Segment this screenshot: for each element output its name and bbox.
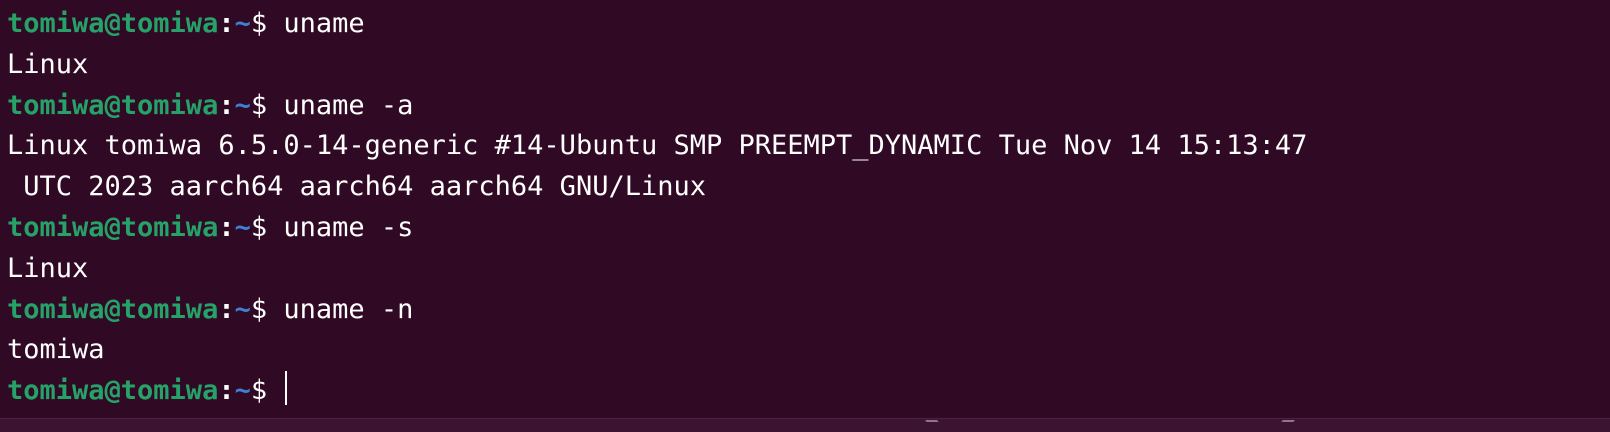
prompt-dollar: $ <box>250 211 284 243</box>
bottom-edge-strip <box>0 418 1610 432</box>
prompt-dollar: $ <box>250 375 284 407</box>
prompt-path: ~ <box>234 211 251 243</box>
prompt-dollar: $ <box>250 89 284 121</box>
prompt-colon: : <box>218 375 235 407</box>
output-line: Linux tomiwa 6.5.0-14-generic #14-Ubuntu… <box>7 130 1308 162</box>
text-cursor <box>285 371 288 406</box>
active-prompt-line[interactable]: tomiwa@tomiwa:~$ <box>7 371 1610 412</box>
resize-mark-icon <box>1272 420 1296 432</box>
prompt-colon: : <box>218 211 235 243</box>
prompt-path: ~ <box>234 89 251 121</box>
prompt-path: ~ <box>234 293 251 325</box>
prompt-colon: : <box>218 293 235 325</box>
prompt-path: ~ <box>234 375 251 407</box>
output-line: Linux <box>7 252 89 284</box>
user-host: tomiwa@tomiwa <box>7 375 219 407</box>
prompt-dollar: $ <box>250 8 284 39</box>
prompt-line: tomiwa@tomiwa:~$ uname -s <box>7 208 1610 249</box>
terminal-window[interactable]: tomiwa@tomiwa:~$ uname Linux tomiwa@tomi… <box>0 0 1610 432</box>
resize-mark-icon <box>924 420 948 432</box>
command-text: uname -a <box>283 89 414 121</box>
user-host: tomiwa@tomiwa <box>7 89 219 121</box>
command-text: uname <box>283 8 365 39</box>
prompt-dollar: $ <box>250 293 284 325</box>
prompt-colon: : <box>218 89 235 121</box>
prompt-path: ~ <box>234 8 251 39</box>
prompt-line: tomiwa@tomiwa:~$ uname -a <box>7 86 1610 127</box>
output-line: Linux <box>7 48 89 80</box>
user-host: tomiwa@tomiwa <box>7 8 219 39</box>
user-host: tomiwa@tomiwa <box>7 293 219 325</box>
output-line: UTC 2023 aarch64 aarch64 aarch64 GNU/Lin… <box>7 171 706 203</box>
prompt-line: tomiwa@tomiwa:~$ uname <box>7 4 1610 45</box>
user-host: tomiwa@tomiwa <box>7 211 219 243</box>
command-text: uname -n <box>283 293 414 325</box>
command-text: uname -s <box>283 211 414 243</box>
prompt-line: tomiwa@tomiwa:~$ uname -n <box>7 290 1610 331</box>
prompt-colon: : <box>218 8 235 39</box>
output-line: tomiwa <box>7 334 105 366</box>
